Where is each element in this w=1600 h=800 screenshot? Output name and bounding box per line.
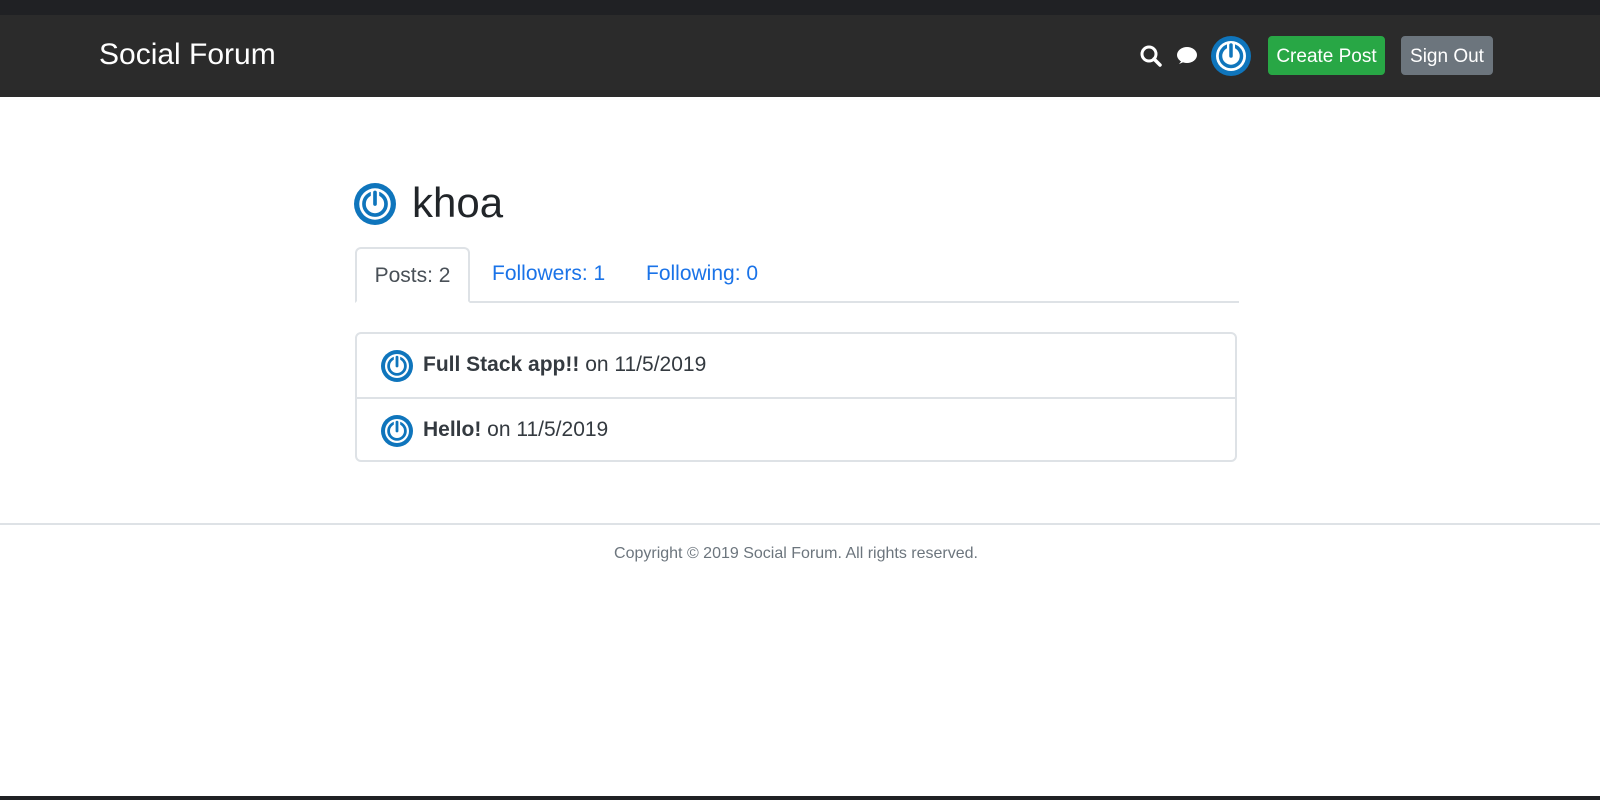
post-entry: Hello! on 11/5/2019 [423,415,608,445]
post-date: on 11/5/2019 [481,418,609,441]
profile-avatar-icon [354,183,396,225]
avatar-icon[interactable] [1211,36,1251,76]
sign-out-button[interactable]: Sign Out [1401,36,1493,75]
list-item: Hello! on 11/5/2019 [357,397,1235,460]
post-title-link[interactable]: Hello! [423,418,481,441]
footer-divider [0,523,1600,525]
profile-username: khoa [412,179,504,226]
brand-link[interactable]: Social Forum [99,37,276,73]
search-icon[interactable] [1139,44,1163,68]
create-post-button[interactable]: Create Post [1268,36,1385,75]
post-avatar-icon [381,415,413,447]
browser-top-strip [0,0,1600,15]
tab-posts[interactable]: Posts: 2 [355,247,470,303]
post-title-link[interactable]: Full Stack app!! [423,353,579,376]
footer-copyright: Copyright © 2019 Social Forum. All right… [614,545,978,562]
navbar: Social Forum Create Post Sign Out [0,15,1600,97]
post-avatar-icon [381,350,413,382]
tab-followers[interactable]: Followers: 1 [492,247,605,301]
list-item: Full Stack app!! on 11/5/2019 [357,334,1235,397]
browser-bottom-edge [0,796,1600,800]
tab-following[interactable]: Following: 0 [646,247,758,301]
posts-list: Full Stack app!! on 11/5/2019 Hello! on … [355,332,1237,462]
profile-tabs: Posts: 2 Followers: 1 Following: 0 [355,247,1239,303]
chat-icon[interactable] [1175,44,1199,68]
post-entry: Full Stack app!! on 11/5/2019 [423,350,706,380]
post-date: on 11/5/2019 [579,353,707,376]
